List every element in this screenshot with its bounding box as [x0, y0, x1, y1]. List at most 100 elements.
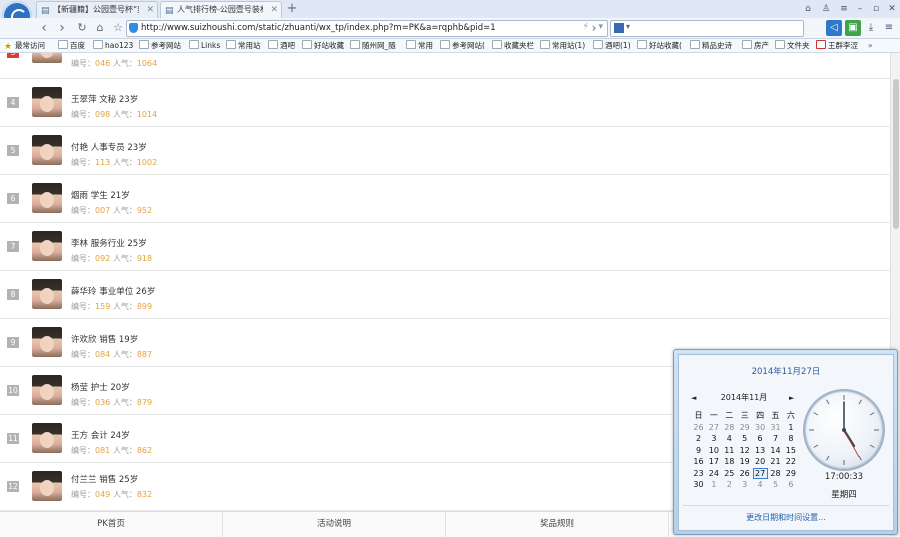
- calendar-day[interactable]: 2: [691, 433, 706, 444]
- calendar-day[interactable]: 28: [722, 422, 737, 433]
- forward-button[interactable]: ›: [54, 20, 70, 36]
- calendar-day[interactable]: 28: [768, 468, 783, 479]
- search-box[interactable]: ▾: [610, 20, 804, 37]
- calendar-day[interactable]: 3: [706, 433, 721, 444]
- calendar-day[interactable]: 22: [783, 456, 798, 467]
- calendar-day[interactable]: 18: [722, 456, 737, 467]
- shirt-icon[interactable]: ♙: [818, 1, 834, 17]
- calendar-day[interactable]: 6: [753, 433, 768, 444]
- next-month-arrow-icon[interactable]: ►: [789, 392, 794, 404]
- close-tab-icon[interactable]: ✕: [146, 2, 154, 18]
- bookmark-item[interactable]: 参考网站: [139, 39, 181, 52]
- bookmark-item[interactable]: 酒吧: [268, 39, 295, 52]
- menu-icon[interactable]: ≡: [836, 1, 852, 17]
- bookmark-item[interactable]: 房产: [742, 39, 769, 52]
- calendar-day[interactable]: 4: [753, 479, 768, 490]
- bookmark-item[interactable]: 常用站: [226, 39, 261, 52]
- extension-blue-icon[interactable]: ◁: [826, 20, 842, 36]
- settings-menu-icon[interactable]: ≡: [881, 20, 897, 36]
- close-window-button[interactable]: ✕: [884, 1, 900, 17]
- calendar-day[interactable]: 14: [768, 445, 783, 456]
- bookmark-item[interactable]: ★ 最常访问: [4, 39, 45, 52]
- calendar-day[interactable]: 26: [737, 468, 752, 479]
- bookmark-item[interactable]: 收藏夹栏: [492, 39, 534, 52]
- calendar-day[interactable]: 29: [783, 468, 798, 479]
- calendar-day[interactable]: 3: [737, 479, 752, 490]
- calendar-day[interactable]: 9: [691, 445, 706, 456]
- bookmark-item[interactable]: 王群李涩: [816, 39, 858, 52]
- calendar-day[interactable]: 21: [768, 456, 783, 467]
- calendar-day[interactable]: 27: [706, 422, 721, 433]
- bookmark-item[interactable]: Links: [189, 39, 220, 52]
- calendar-day[interactable]: 30: [691, 479, 706, 490]
- calendar-day[interactable]: 25: [722, 468, 737, 479]
- footer-pk-home[interactable]: PK首页: [0, 512, 223, 537]
- calendar-day[interactable]: 12: [737, 445, 752, 456]
- home-icon[interactable]: ⌂: [800, 1, 816, 17]
- calendar-day[interactable]: 2: [722, 479, 737, 490]
- list-item[interactable]: 4 王翠萍 文秘 23岁 编号：098 人气：1014: [0, 79, 890, 127]
- download-icon[interactable]: ⤓: [863, 20, 879, 36]
- maximize-button[interactable]: ▫: [868, 1, 884, 17]
- calendar-day[interactable]: 8: [783, 433, 798, 444]
- bookmark-item[interactable]: 文件夹: [775, 39, 810, 52]
- footer-activity-info[interactable]: 活动说明: [223, 512, 446, 537]
- list-item[interactable]: 7 李林 服务行业 25岁 编号：092 人气：918: [0, 223, 890, 271]
- close-tab-icon[interactable]: ✕: [270, 2, 278, 18]
- address-bar[interactable]: http://www.suizhoushi.com/static/zhuanti…: [126, 20, 608, 37]
- bookmark-item[interactable]: 好站收藏(: [637, 39, 682, 52]
- calendar-day[interactable]: 17: [706, 456, 721, 467]
- extension-green-icon[interactable]: ▣: [845, 20, 861, 36]
- back-button[interactable]: ‹: [36, 20, 52, 36]
- calendar-day[interactable]: 6: [783, 479, 798, 490]
- calendar-day[interactable]: 1: [706, 479, 721, 490]
- calendar-day[interactable]: 10: [706, 445, 721, 456]
- new-tab-button[interactable]: +: [285, 2, 299, 16]
- bookmark-item[interactable]: 酒吧(1): [593, 39, 631, 52]
- calendar-month-label[interactable]: 2014年11月: [689, 392, 799, 404]
- scrollbar-thumb[interactable]: [893, 79, 899, 229]
- calendar-day[interactable]: 1: [783, 422, 798, 433]
- footer-prize-rules[interactable]: 奖品规则: [446, 512, 669, 537]
- change-date-time-settings-link[interactable]: 更改日期和时间设置...: [679, 512, 893, 523]
- calendar-day[interactable]: 24: [706, 468, 721, 479]
- bookmark-item[interactable]: 常用: [406, 39, 433, 52]
- bookmark-item[interactable]: 参考网站(: [440, 39, 485, 52]
- browser-tab-1[interactable]: ▤ 【新疆籍】公园壹号杯“刻 ✕: [36, 1, 158, 18]
- calendar-day[interactable]: 4: [722, 433, 737, 444]
- bookmark-item[interactable]: 好站收藏: [302, 39, 344, 52]
- bookmark-item[interactable]: 精品史诗: [690, 39, 732, 52]
- calendar-day[interactable]: 29: [737, 422, 752, 433]
- bookmarks-overflow-icon[interactable]: »: [868, 39, 873, 52]
- calendar-day[interactable]: 26: [691, 422, 706, 433]
- browser-tab-2[interactable]: ▤ 人气排行榜-公园壹号装林 ✕: [160, 1, 282, 18]
- calendar-day[interactable]: 15: [783, 445, 798, 456]
- full-date-heading[interactable]: 2014年11月27日: [679, 365, 893, 377]
- calendar-day[interactable]: 5: [768, 479, 783, 490]
- refresh-button[interactable]: ↻: [74, 20, 90, 36]
- calendar-day[interactable]: 23: [691, 468, 706, 479]
- list-item[interactable]: 3 编号：046 人气：1064: [0, 53, 890, 79]
- calendar-day[interactable]: 30: [753, 422, 768, 433]
- calendar-day-today[interactable]: 27: [752, 467, 768, 479]
- previous-month-arrow-icon[interactable]: ◄: [691, 392, 696, 404]
- calendar-day[interactable]: 13: [753, 445, 768, 456]
- forward-arrow-button[interactable]: ›: [586, 20, 602, 36]
- home-button[interactable]: ⌂: [92, 20, 108, 36]
- calendar-day[interactable]: 31: [768, 422, 783, 433]
- list-item[interactable]: 8 薛华玲 事业单位 26岁 编号：159 人气：899: [0, 271, 890, 319]
- calendar-day[interactable]: 7: [768, 433, 783, 444]
- calendar-day[interactable]: 5: [737, 433, 752, 444]
- bookmark-item[interactable]: 随州网_随: [350, 39, 396, 52]
- list-item[interactable]: 6 烟雨 学生 21岁 编号：007 人气：952: [0, 175, 890, 223]
- minimize-button[interactable]: –: [852, 1, 868, 17]
- calendar-day[interactable]: 20: [753, 456, 768, 467]
- calendar-day[interactable]: 11: [722, 445, 737, 456]
- list-item[interactable]: 5 付艳 人事专员 23岁 编号：113 人气：1002: [0, 127, 890, 175]
- bookmark-item[interactable]: hao123: [93, 39, 133, 52]
- calendar-day[interactable]: 16: [691, 456, 706, 467]
- calendar-day[interactable]: 19: [737, 456, 752, 467]
- bookmark-item[interactable]: 常用站(1): [540, 39, 585, 52]
- search-engine-dropdown-icon[interactable]: ▾: [626, 22, 630, 31]
- favorite-star-icon[interactable]: ☆: [110, 20, 126, 36]
